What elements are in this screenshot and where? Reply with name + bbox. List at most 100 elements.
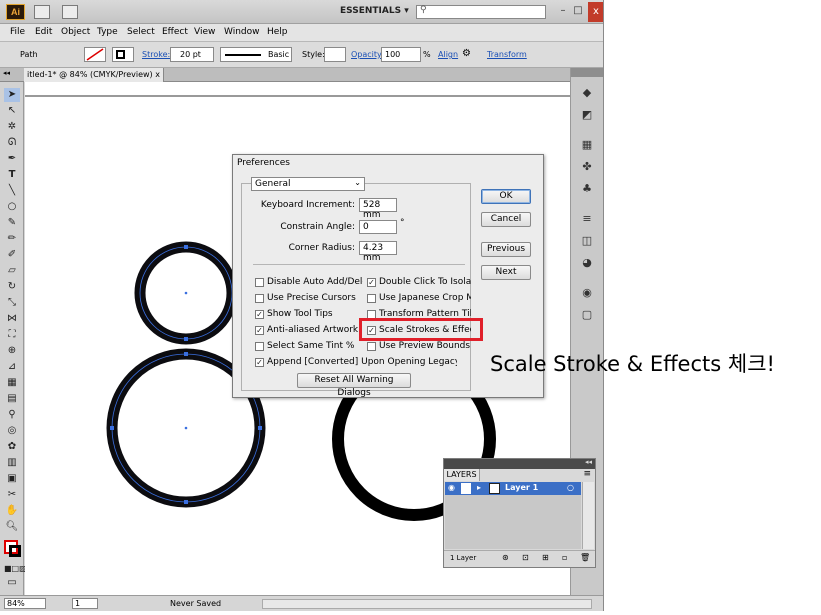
checkbox-box[interactable]: ✓ xyxy=(367,278,376,287)
reset-warning-dialogs-button[interactable]: Reset All Warning Dialogs xyxy=(297,373,411,398)
next-button[interactable]: Next xyxy=(481,265,531,280)
ok-button[interactable]: OK xyxy=(481,189,531,204)
bridge-icon[interactable] xyxy=(34,5,50,19)
gradient-panel-icon[interactable]: ◫ xyxy=(579,234,595,248)
menu-effect[interactable]: Effect xyxy=(162,27,188,37)
symbol-sprayer-tool-icon[interactable]: ✿ xyxy=(4,440,20,454)
type-tool-icon[interactable]: T xyxy=(4,168,20,182)
panel-menu-icon[interactable]: ≡ xyxy=(583,469,591,479)
close-window-button[interactable]: x xyxy=(588,2,603,22)
artboard-tool-icon[interactable]: ▣ xyxy=(4,472,20,486)
cancel-button[interactable]: Cancel xyxy=(481,212,531,227)
align-panel-link[interactable]: Align xyxy=(438,50,458,59)
checkbox-box[interactable] xyxy=(255,342,264,351)
screen-mode-icon[interactable]: ▭ xyxy=(4,576,20,590)
appearance-panel-icon[interactable]: ◉ xyxy=(579,286,595,300)
selected-circle-small[interactable] xyxy=(134,241,238,345)
free-transform-tool-icon[interactable]: ⛶ xyxy=(4,328,20,342)
menu-select[interactable]: Select xyxy=(127,27,155,37)
transform-panel-link[interactable]: Transform xyxy=(487,50,527,59)
menu-window[interactable]: Window xyxy=(224,27,260,37)
paintbrush-tool-icon[interactable]: ✎ xyxy=(4,216,20,230)
visibility-eye-icon[interactable]: ◉ xyxy=(448,483,455,492)
symbols-panel-icon[interactable]: ♣ xyxy=(579,182,595,196)
blob-brush-tool-icon[interactable]: ✐ xyxy=(4,248,20,262)
layer-row[interactable]: ◉ ▸ Layer 1 ○ xyxy=(445,482,581,495)
horizontal-scrollbar[interactable] xyxy=(262,599,592,609)
checkbox-box[interactable]: ✓ xyxy=(255,358,264,367)
layers-panel-header[interactable]: ◂◂ xyxy=(444,458,595,469)
locate-object-icon[interactable]: ⊛ xyxy=(502,553,509,562)
layer-name[interactable]: Layer 1 xyxy=(505,483,538,492)
stroke-color-swatch[interactable] xyxy=(112,47,134,62)
eraser-tool-icon[interactable]: ▱ xyxy=(4,264,20,278)
search-input[interactable]: ⚲ xyxy=(416,5,546,19)
rotate-tool-icon[interactable]: ↻ xyxy=(4,280,20,294)
color-guide-icon[interactable]: ◩ xyxy=(579,108,595,122)
line-tool-icon[interactable]: ╲ xyxy=(4,184,20,198)
zoom-tool-icon[interactable]: 🔍︎ xyxy=(4,520,20,534)
column-graph-tool-icon[interactable]: ▥ xyxy=(4,456,20,470)
opacity-field[interactable]: 100 xyxy=(381,47,421,62)
constrain-angle-input[interactable]: 0 xyxy=(359,220,397,234)
lock-toggle[interactable] xyxy=(461,483,471,494)
checkbox-box[interactable]: ✓ xyxy=(255,310,264,319)
graphic-style-select[interactable] xyxy=(324,47,346,62)
tab-layers[interactable]: LAYERS xyxy=(444,469,480,481)
perspective-grid-tool-icon[interactable]: ⊿ xyxy=(4,360,20,374)
artboard-number-field[interactable]: 1 xyxy=(72,598,98,609)
minimize-icon[interactable]: – xyxy=(556,4,570,18)
checkbox-box[interactable] xyxy=(367,294,376,303)
layers-scrollbar[interactable] xyxy=(582,482,594,549)
checkbox-box[interactable]: ✓ xyxy=(255,326,264,335)
slice-tool-icon[interactable]: ✂ xyxy=(4,488,20,502)
brushes-panel-icon[interactable]: ✤ xyxy=(579,160,595,174)
new-layer-icon[interactable]: ▫ xyxy=(562,553,567,562)
pencil-tool-icon[interactable]: ✏ xyxy=(4,232,20,246)
zoom-level-field[interactable]: 84% xyxy=(4,598,46,609)
close-tab-icon[interactable]: x xyxy=(155,68,160,81)
shape-builder-tool-icon[interactable]: ⊕ xyxy=(4,344,20,358)
ellipse-tool-icon[interactable]: ○ xyxy=(4,200,20,214)
checkbox-box[interactable] xyxy=(255,294,264,303)
stroke-weight-field[interactable]: 20 pt xyxy=(170,47,214,62)
target-circle-icon[interactable]: ○ xyxy=(567,483,574,492)
mesh-tool-icon[interactable]: ▦ xyxy=(4,376,20,390)
arrange-documents-icon[interactable] xyxy=(62,5,78,19)
scale-tool-icon[interactable]: ⤡ xyxy=(4,296,20,310)
expand-arrow-icon[interactable]: ▸ xyxy=(477,483,481,492)
stroke-swatch-icon[interactable] xyxy=(9,545,21,557)
stroke-panel-icon[interactable]: ≡ xyxy=(579,212,595,226)
eyedropper-tool-icon[interactable]: ⚲ xyxy=(4,408,20,422)
graphic-styles-panel-icon[interactable]: ▢ xyxy=(579,308,595,322)
keyboard-increment-input[interactable]: 528 mm xyxy=(359,198,397,220)
lasso-tool-icon[interactable]: ᘏ xyxy=(4,136,20,150)
menu-file[interactable]: File xyxy=(10,27,25,37)
menu-type[interactable]: Type xyxy=(97,27,118,37)
checkbox-box[interactable] xyxy=(367,342,376,351)
workspace-switcher[interactable]: ESSENTIALS ▾ xyxy=(340,6,409,16)
isolate-group-icon[interactable]: ⚙ xyxy=(462,48,482,62)
gradient-tool-icon[interactable]: ▤ xyxy=(4,392,20,406)
blend-tool-icon[interactable]: ◎ xyxy=(4,424,20,438)
collapse-panel-icon[interactable]: ◂◂ xyxy=(3,69,10,77)
selection-tool-icon[interactable]: ➤ xyxy=(4,88,20,102)
menu-help[interactable]: Help xyxy=(267,27,288,37)
collapse-panel-icon[interactable]: ◂◂ xyxy=(585,458,592,466)
checkbox-box[interactable] xyxy=(255,278,264,287)
menu-edit[interactable]: Edit xyxy=(35,27,52,37)
pen-tool-icon[interactable]: ✒ xyxy=(4,152,20,166)
hand-tool-icon[interactable]: ✋ xyxy=(4,504,20,518)
stroke-panel-link[interactable]: Stroke: xyxy=(142,50,170,59)
direct-selection-tool-icon[interactable]: ↖ xyxy=(4,104,20,118)
menu-object[interactable]: Object xyxy=(61,27,90,37)
menu-view[interactable]: View xyxy=(194,27,215,37)
width-tool-icon[interactable]: ⋈ xyxy=(4,312,20,326)
variable-width-profile-select[interactable]: Basic xyxy=(220,47,292,62)
corner-radius-input[interactable]: 4.23 mm xyxy=(359,241,397,263)
color-mode-icon[interactable]: ■□▨ xyxy=(4,562,27,576)
new-sublayer-icon[interactable]: ⊞ xyxy=(542,553,549,562)
magic-wand-tool-icon[interactable]: ✲ xyxy=(4,120,20,134)
tab-document[interactable]: itled-1* @ 84% (CMYK/Preview) x xyxy=(24,68,164,82)
previous-button[interactable]: Previous xyxy=(481,242,531,257)
